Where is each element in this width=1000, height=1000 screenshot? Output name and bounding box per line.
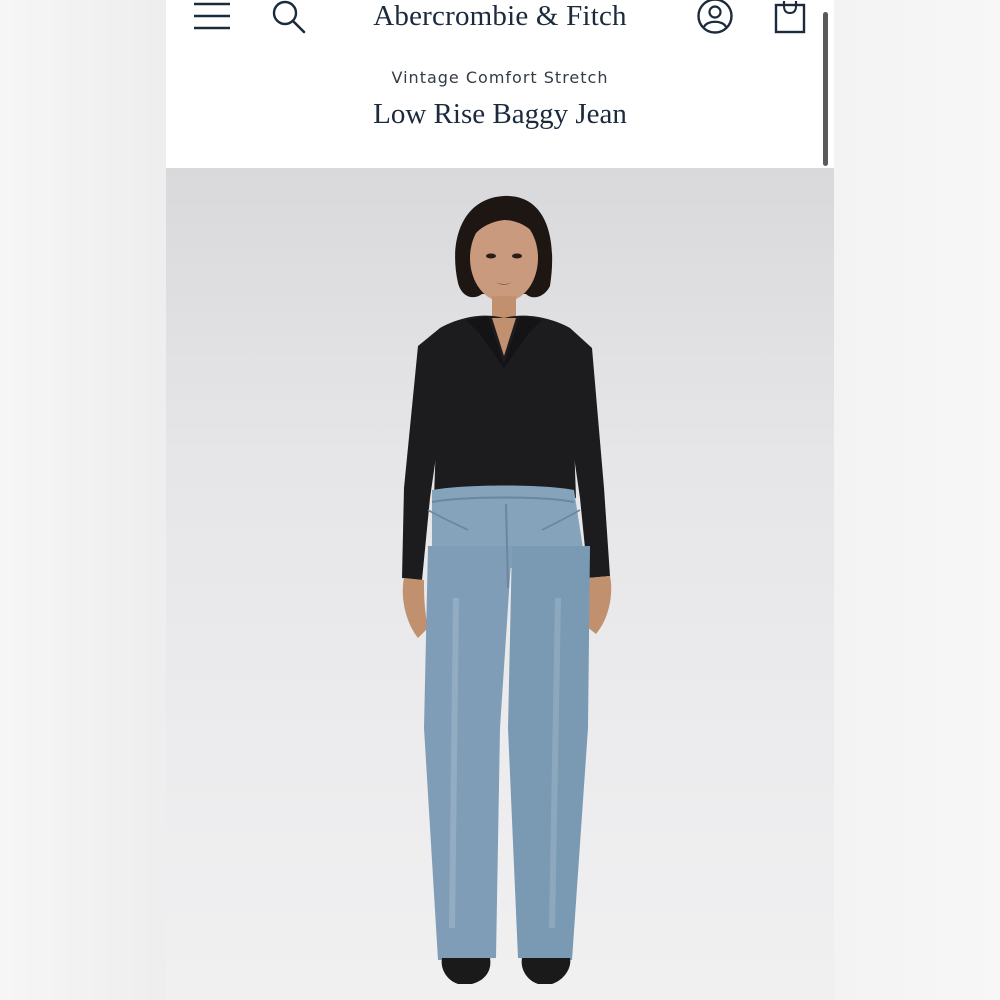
- account-button[interactable]: [692, 0, 738, 36]
- product-image[interactable]: [166, 168, 834, 1000]
- model-illustration: [402, 195, 612, 984]
- hamburger-menu-icon: [194, 2, 230, 30]
- product-collection: Vintage Comfort Stretch: [391, 68, 609, 87]
- product-title: Low Rise Baggy Jean: [373, 98, 627, 130]
- mobile-screen: Abercrombie & Fitch Vintage Comfort Stre…: [166, 0, 834, 1000]
- search-button[interactable]: [266, 0, 312, 34]
- search-icon: [272, 0, 306, 34]
- shopping-bag-icon: [774, 1, 806, 34]
- menu-button[interactable]: [188, 0, 236, 32]
- scrollbar[interactable]: [823, 12, 828, 166]
- account-icon: [697, 0, 733, 34]
- site-header: Abercrombie & Fitch Vintage Comfort Stre…: [166, 0, 834, 168]
- shopping-bag-button[interactable]: [770, 0, 810, 36]
- brand-logo[interactable]: Abercrombie & Fitch: [316, 0, 684, 36]
